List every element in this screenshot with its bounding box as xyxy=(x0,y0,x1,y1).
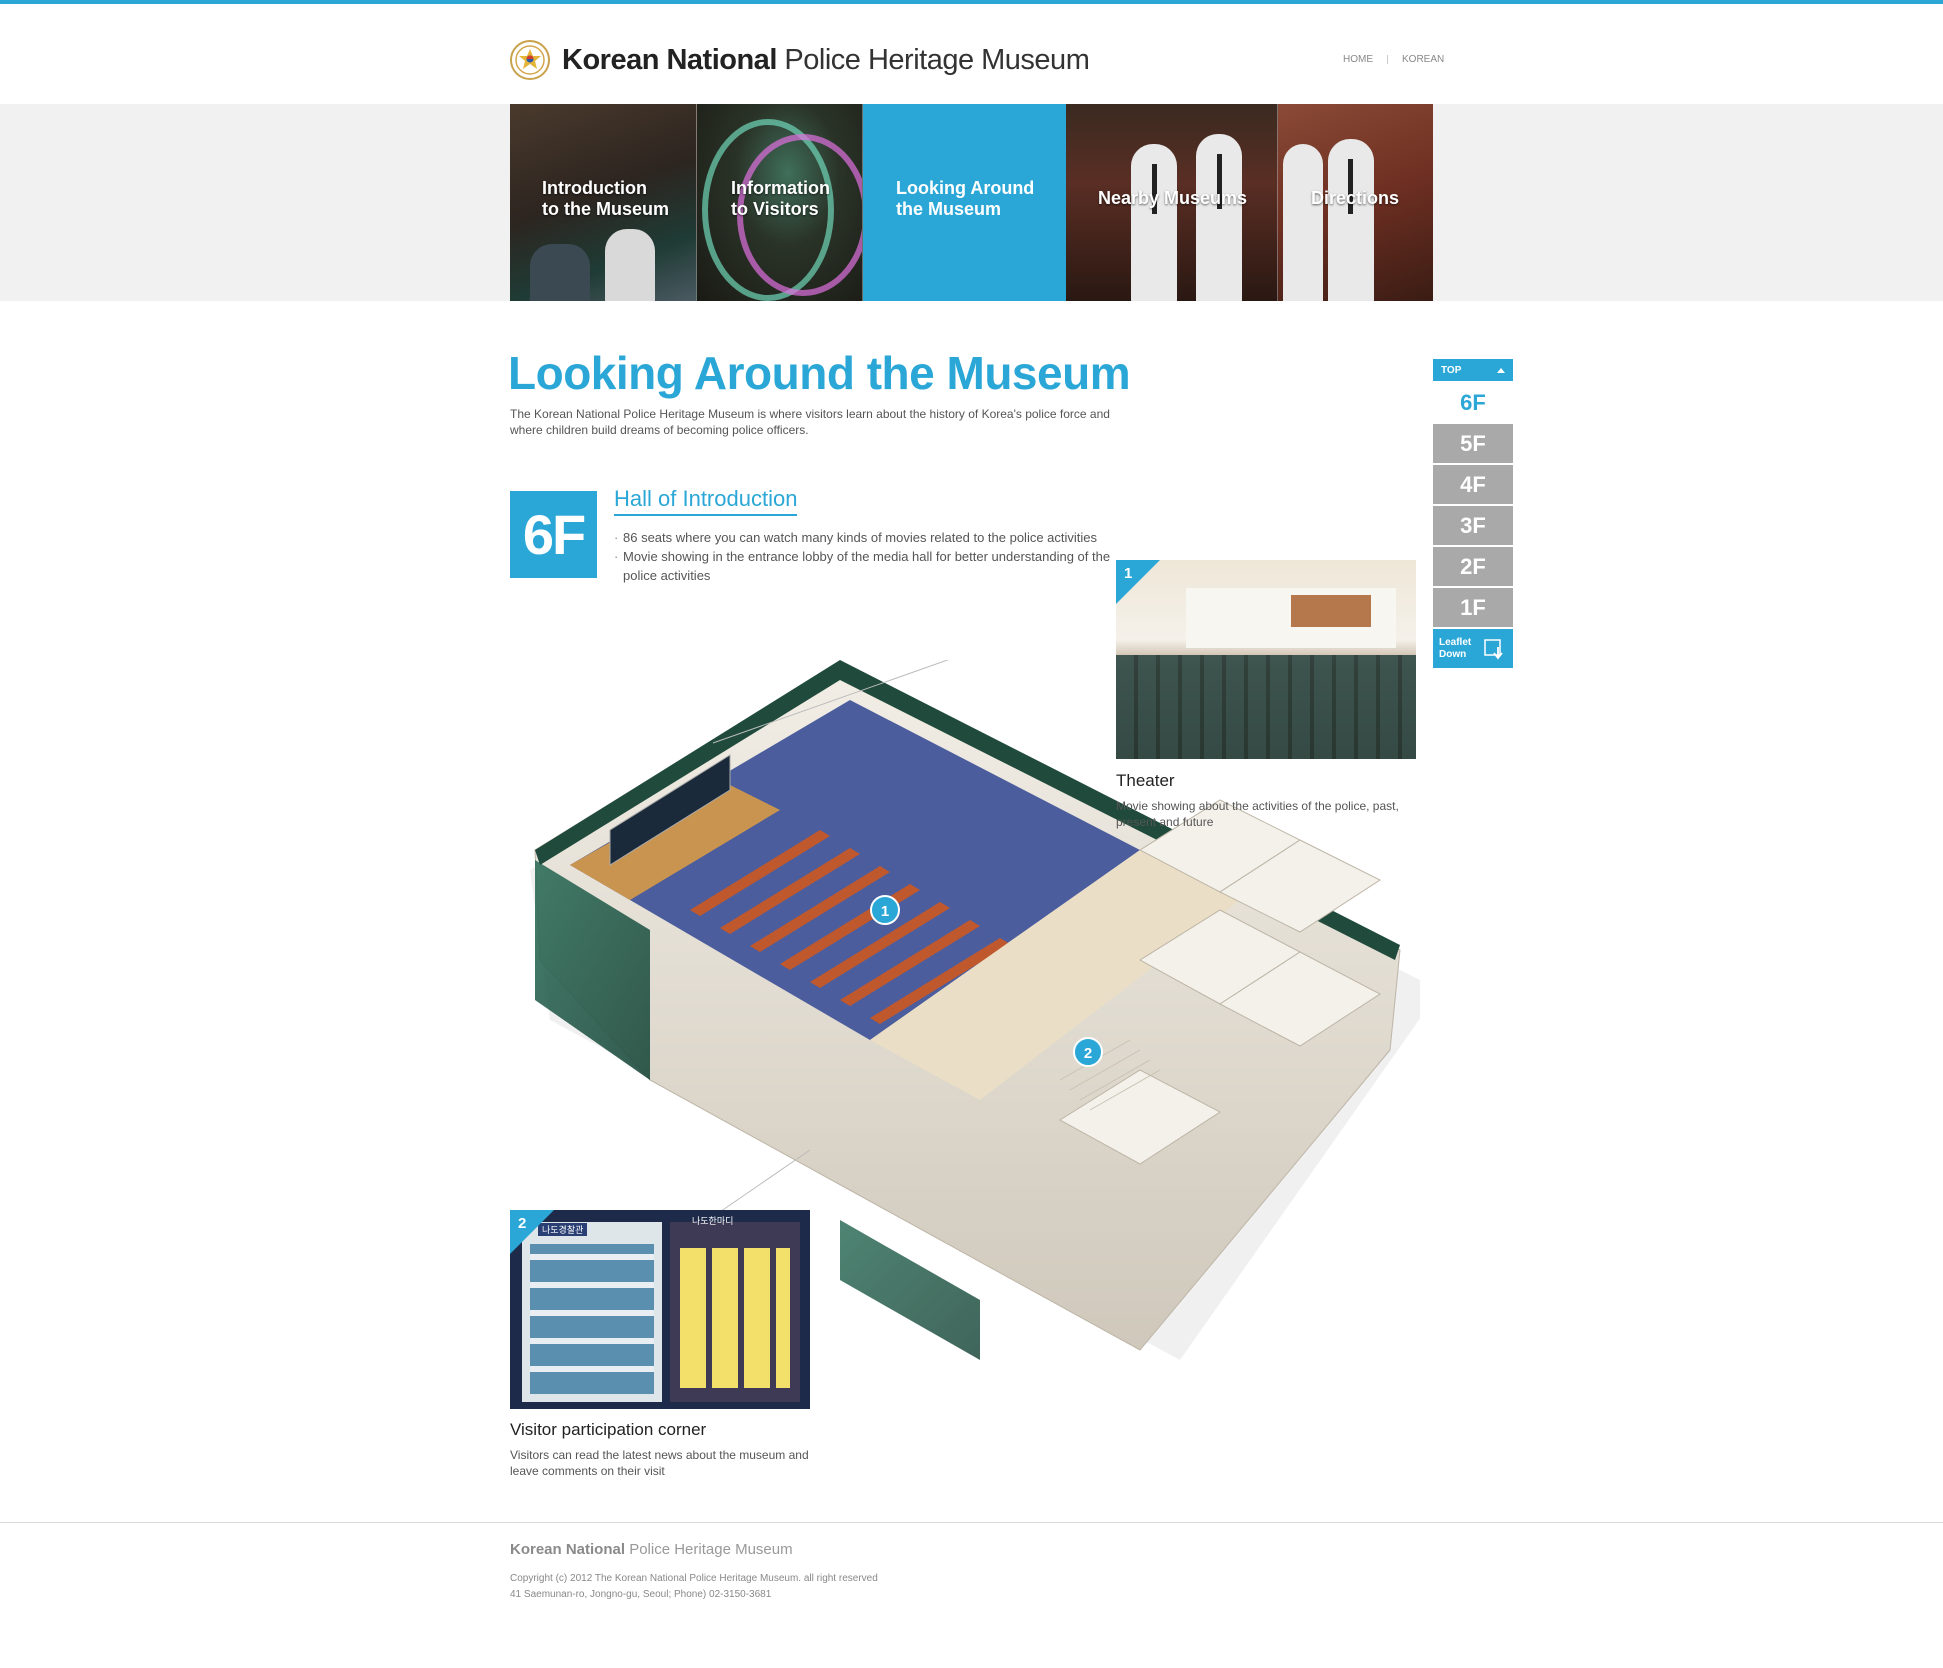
photo-number-badge xyxy=(1116,560,1160,604)
link-divider xyxy=(1387,55,1388,64)
list-item: Movie showing in the entrance lobby of t… xyxy=(614,547,1114,585)
copyright-text: Copyright (c) 2012 The Korean National P… xyxy=(510,1573,878,1584)
floor-2f-button[interactable]: 2F xyxy=(1433,547,1513,586)
page-title: Looking Around the Museum xyxy=(508,347,1131,399)
page-description: The Korean National Police Heritage Muse… xyxy=(510,407,1110,437)
photo-grid xyxy=(530,1244,654,1394)
nav-information[interactable]: Information to Visitors xyxy=(697,104,863,301)
marker-2[interactable]: 2 xyxy=(1073,1037,1103,1067)
floor-6f-button[interactable]: 6F xyxy=(1433,383,1513,422)
floor-side-nav: TOP 6F 5F 4F 3F 2F 1F Leaflet Down xyxy=(1433,359,1513,668)
audience-figure xyxy=(530,244,590,301)
officer-figure xyxy=(1283,144,1323,301)
photo-number: 1 xyxy=(1124,565,1133,582)
nav-label: Directions xyxy=(1311,188,1400,208)
floor-1f-button[interactable]: 1F xyxy=(1433,588,1513,627)
marker-1[interactable]: 1 xyxy=(870,895,900,925)
back-to-top-button[interactable]: TOP xyxy=(1433,359,1513,381)
audience-figure xyxy=(605,229,655,301)
nav-looking-around[interactable]: Looking Around the Museum xyxy=(863,104,1066,301)
theater-title: Theater xyxy=(1116,771,1175,790)
nav-label: Nearby Museums xyxy=(1098,188,1248,208)
nav-label: Introduction to the Museum xyxy=(542,178,670,219)
footer-logo: Korean National Police Heritage Museum xyxy=(510,1541,793,1558)
floor-4f-button[interactable]: 4F xyxy=(1433,465,1513,504)
leaflet-download-button[interactable]: Leaflet Down xyxy=(1433,629,1513,668)
sticky-notes xyxy=(680,1248,790,1388)
wall-plaque xyxy=(1291,595,1371,627)
floor-badge: 6F xyxy=(510,491,597,578)
leaflet-label: Leaflet Down xyxy=(1439,636,1472,660)
participation-title: Visitor participation corner xyxy=(510,1420,707,1439)
footer-info: Copyright (c) 2012 The Korean National P… xyxy=(510,1571,878,1603)
list-item: 86 seats where you can watch many kinds … xyxy=(614,528,1114,547)
nav-directions[interactable]: Directions xyxy=(1278,104,1433,301)
svg-text:1: 1 xyxy=(881,903,889,920)
nav-introduction[interactable]: Introduction to the Museum xyxy=(510,104,697,301)
footer-divider xyxy=(0,1522,1943,1523)
address-text: 41 Saemunan-ro, Jongno-gu, Seoul; Phone)… xyxy=(510,1589,772,1600)
korean-language-link[interactable]: KOREAN xyxy=(1402,54,1444,65)
svg-text:2: 2 xyxy=(1084,1045,1092,1062)
photo-number: 2 xyxy=(518,1215,527,1232)
participation-description: Visitors can read the latest news about … xyxy=(510,1448,809,1478)
theater-photo[interactable]: 1 xyxy=(1116,560,1416,759)
nav-nearby-museums[interactable]: Nearby Museums xyxy=(1066,104,1278,301)
top-label: TOP xyxy=(1441,364,1462,376)
nav-label: Information to Visitors xyxy=(731,178,830,219)
top-accent-line xyxy=(0,0,1943,4)
logo-text: Korean National Police Heritage Museum xyxy=(562,43,1090,76)
sign-right: 나도한마디 xyxy=(692,1216,734,1226)
floor-5f-button[interactable]: 5F xyxy=(1433,424,1513,463)
hall-title: Hall of Introduction xyxy=(614,486,798,516)
download-icon xyxy=(1484,638,1503,659)
arrow-up-icon xyxy=(1497,367,1505,373)
theater-description: Movie showing about the activities of th… xyxy=(1116,799,1399,829)
home-link[interactable]: HOME xyxy=(1343,54,1373,65)
top-links: HOME KOREAN xyxy=(1343,54,1444,65)
hall-features-list: 86 seats where you can watch many kinds … xyxy=(614,528,1114,585)
theater-seats xyxy=(1116,655,1416,759)
participation-corner-photo[interactable]: 나도경찰관 나도한마디 2 xyxy=(510,1210,810,1409)
site-logo[interactable]: Korean National Police Heritage Museum xyxy=(510,38,1090,82)
main-nav: Introduction to the Museum Information t… xyxy=(510,104,1433,301)
photo-number-badge xyxy=(510,1210,554,1254)
comment-board xyxy=(670,1222,800,1402)
police-emblem-icon xyxy=(510,40,550,80)
nav-label: Looking Around the Museum xyxy=(896,178,1035,219)
floor-3f-button[interactable]: 3F xyxy=(1433,506,1513,545)
